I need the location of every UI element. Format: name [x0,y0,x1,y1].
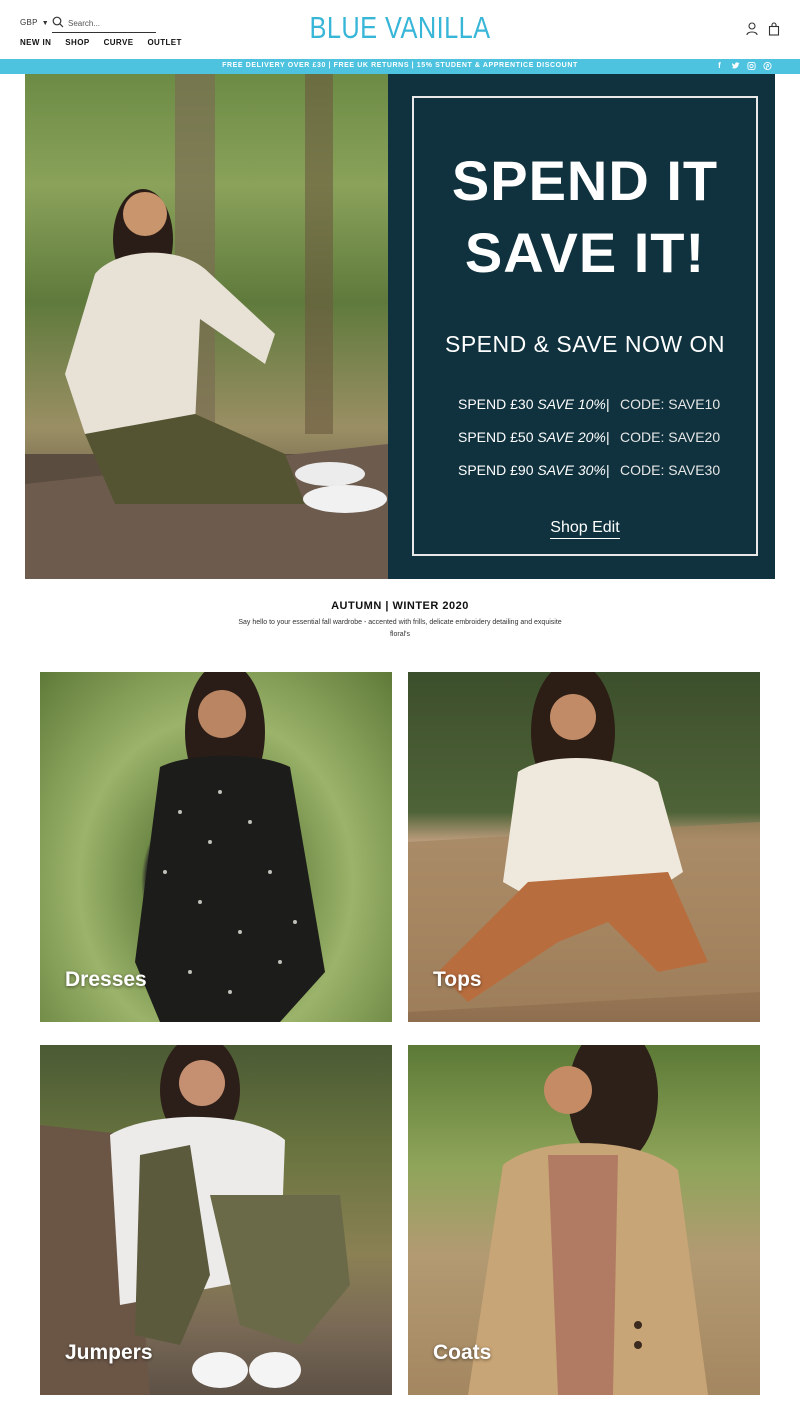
hero-title-line1: SPEND IT [451,149,719,212]
hero-photo [25,74,388,579]
hero-subtitle: SPEND & SAVE NOW ON [444,331,725,357]
chevron-down-icon: ▼ [41,20,50,27]
currency-selector[interactable]: GBP ▼ [20,18,49,27]
search-icon[interactable] [52,16,64,28]
category-tile-tops[interactable]: Tops [408,672,760,1022]
category-label: Tops [433,968,482,991]
category-label: Dresses [65,968,147,991]
section-title: AUTUMN | WINTER 2020 [331,600,469,612]
offer-code: CODE: SAVE30 [620,462,721,478]
promo-text[interactable]: FREE DELIVERY OVER £30 | FREE UK RETURNS… [0,62,800,69]
category-label: Jumpers [65,1341,153,1364]
offer-spend: SPEND £90 [458,462,538,478]
offer-separator: | [606,396,610,412]
cart-icon[interactable] [768,22,780,36]
promo-bar: FREE DELIVERY OVER £30 | FREE UK RETURNS… [0,59,800,74]
offer-separator: | [606,429,610,445]
offer-spend-save: SPEND £30 SAVE 10% [458,396,606,412]
category-tile-coats[interactable]: Coats [408,1045,760,1395]
twitter-icon[interactable] [731,61,740,71]
offer-spend-save: SPEND £90 SAVE 30% [458,462,606,478]
offer-save: SAVE 20% [537,429,606,445]
offer-code: CODE: SAVE10 [620,396,721,412]
category-tile-dresses[interactable]: Dresses [40,672,392,1022]
hero-title-line2: SAVE IT! [464,221,706,284]
offer-code: CODE: SAVE20 [620,429,721,445]
hero-banner[interactable]: SPEND IT SAVE IT! SPEND & SAVE NOW ON SP… [25,74,775,579]
offer-separator: | [606,462,610,478]
offer-row: SPEND £90 SAVE 30%| CODE: SAVE30 [458,462,738,478]
offer-row: SPEND £30 SAVE 10%| CODE: SAVE10 [458,396,738,412]
offer-spend: SPEND £50 [458,429,538,445]
section-description: Say hello to your essential fall wardrob… [238,619,562,638]
facebook-icon[interactable]: f [715,61,724,71]
instagram-icon[interactable] [747,61,756,71]
offer-spend: SPEND £30 [458,396,538,412]
currency-label: GBP [20,18,38,27]
hero-offer-panel: SPEND IT SAVE IT! SPEND & SAVE NOW ON SP… [388,74,775,579]
offer-row: SPEND £50 SAVE 20%| CODE: SAVE20 [458,429,738,445]
hero-model-image [25,74,388,579]
offer-save: SAVE 30% [537,462,606,478]
offer-save: SAVE 10% [537,396,606,412]
hero-frame: SPEND IT SAVE IT! SPEND & SAVE NOW ON SP… [412,96,758,556]
shop-edit-wrapper: Shop Edit [414,519,756,539]
offer-spend-save: SPEND £50 SAVE 20% [458,429,606,445]
site-logo[interactable]: BLUE VANILLA [72,10,728,46]
account-icon[interactable] [746,22,758,36]
social-links: f [715,61,772,71]
category-tile-jumpers[interactable]: Jumpers [40,1045,392,1395]
nav-new-in[interactable]: NEW IN [20,38,51,47]
header-icons [746,22,780,36]
shop-edit-link[interactable]: Shop Edit [550,519,620,539]
site-header: GBP▼ NEW IN SHOP CURVE OUTLET BLUE VANIL… [0,0,800,59]
category-label: Coats [433,1341,492,1364]
pinterest-icon[interactable] [763,61,772,71]
